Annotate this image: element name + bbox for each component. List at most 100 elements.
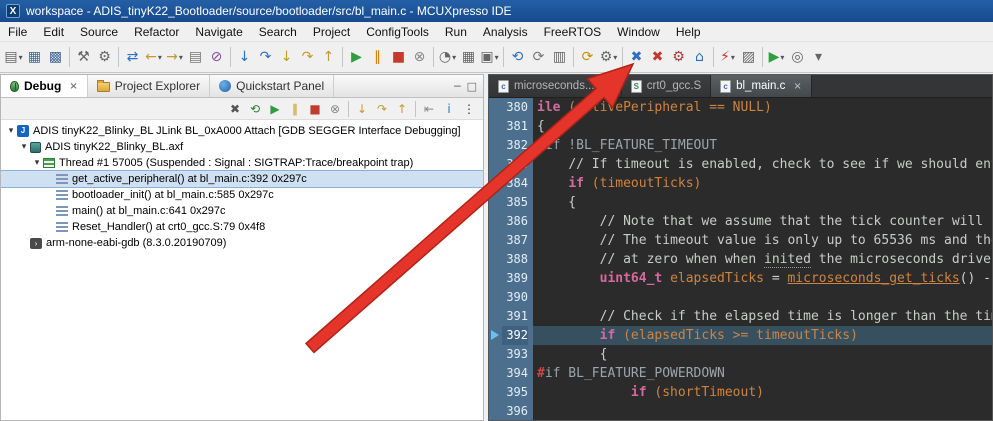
tab-quickstart[interactable]: Quickstart Panel: [210, 75, 335, 97]
line-number[interactable]: 383: [502, 155, 528, 174]
code-line[interactable]: // The timeout value is only up to 65536…: [533, 231, 992, 250]
suspend-button[interactable]: ∥: [367, 45, 388, 69]
new-button[interactable]: ▤ ▾: [3, 45, 24, 69]
more-button[interactable]: ▾: [808, 45, 829, 69]
terminate-all-button[interactable]: ⊘: [206, 45, 227, 69]
line-number[interactable]: 392: [502, 326, 528, 345]
disconnect-button[interactable]: ⊗: [325, 99, 345, 119]
reset-button[interactable]: ⟳: [577, 45, 598, 69]
registers-button[interactable]: ▥: [549, 45, 570, 69]
line-number[interactable]: 396: [502, 402, 528, 420]
code-line[interactable]: // Note that we assume that the tick cou…: [533, 212, 992, 231]
terminate-button[interactable]: ■: [305, 99, 325, 119]
stack-frame-current-row[interactable]: get_active_peripheral() at bl_main.c:392…: [1, 170, 483, 188]
home-button[interactable]: ⌂: [689, 45, 710, 69]
step-into-button[interactable]: ↓: [276, 45, 297, 69]
line-number[interactable]: 393: [502, 345, 528, 364]
code-line[interactable]: // If timeout is enabled, check to see i…: [533, 155, 992, 174]
menu-navigate[interactable]: Navigate: [187, 23, 250, 41]
refresh-button[interactable]: ⇄: [122, 45, 143, 69]
terminate-button[interactable]: ■: [388, 45, 409, 69]
menu-configtools[interactable]: ConfigTools: [358, 23, 437, 41]
editor-tab-crt0-gcc[interactable]: Scrt0_gcc.S: [621, 75, 712, 97]
cleanup-debug-button[interactable]: ⚙: [668, 45, 689, 69]
menu-analysis[interactable]: Analysis: [475, 23, 536, 41]
chevron-down-icon[interactable]: ▾: [158, 53, 162, 62]
line-number[interactable]: 394: [502, 364, 528, 383]
editor-tab-microseconds[interactable]: c microseconds...ik.c: [489, 75, 622, 97]
code-line[interactable]: #if !BL_FEATURE_TIMEOUT: [533, 136, 992, 155]
menu-project[interactable]: Project: [305, 23, 358, 41]
settings-button[interactable]: ⚙ ▾: [598, 45, 619, 69]
back-button[interactable]: ← ▾: [143, 45, 164, 69]
flash-program-button[interactable]: ⚡ ▾: [717, 45, 738, 69]
line-number[interactable]: 382: [502, 136, 528, 155]
line-number[interactable]: 385: [502, 193, 528, 212]
line-number[interactable]: 395: [502, 383, 528, 402]
step-over-instruction-button[interactable]: ↷: [255, 45, 276, 69]
minimize-view-icon[interactable]: ─: [454, 80, 461, 93]
debug-target-row[interactable]: ▾ ADIS tinyK22_Blinky_BL.axf: [1, 139, 483, 155]
line-number[interactable]: 380: [502, 98, 528, 117]
editor-tab-bl-main[interactable]: c bl_main.c ×: [711, 75, 812, 97]
editor-body[interactable]: 380 381 382 383 384 385 386 387 388 389 390 391 392 3…: [489, 98, 992, 420]
run-button[interactable]: ▶ ▾: [766, 45, 787, 69]
code-line[interactable]: // at zero when when inited the microsec…: [533, 250, 992, 269]
code-line[interactable]: [533, 288, 992, 307]
restart-button[interactable]: ⟲: [245, 99, 265, 119]
instruction-stepping-button[interactable]: i: [439, 99, 459, 119]
build-button[interactable]: ⚒: [73, 45, 94, 69]
code-line[interactable]: if (timeoutTicks): [533, 174, 992, 193]
remove-all-terminated-button[interactable]: ✖: [225, 99, 245, 119]
code-line[interactable]: uint64_t elapsedTicks = microseconds_get…: [533, 269, 992, 288]
line-number[interactable]: 387: [502, 231, 528, 250]
step-return-button[interactable]: ↑: [392, 99, 412, 119]
forward-button[interactable]: → ▾: [164, 45, 185, 69]
tab-debug[interactable]: Debug ×: [1, 75, 88, 97]
stack-frame-row[interactable]: main() at bl_main.c:641 0x297c: [1, 203, 483, 219]
disconnect-button[interactable]: ⊗: [409, 45, 430, 69]
code-line[interactable]: #if BL_FEATURE_POWERDOWN: [533, 364, 992, 383]
restart-debug-button[interactable]: ⟲: [507, 45, 528, 69]
terminate-build-button[interactable]: ✖: [626, 45, 647, 69]
save-button[interactable]: ▦: [24, 45, 45, 69]
step-over-button[interactable]: ↷: [372, 99, 392, 119]
chevron-down-icon[interactable]: ▾: [613, 53, 617, 62]
resume-button[interactable]: ▶: [346, 45, 367, 69]
line-number-gutter[interactable]: 380 381 382 383 384 385 386 387 388 389 390 391 392 3…: [502, 98, 533, 420]
line-number[interactable]: 381: [502, 117, 528, 136]
line-number[interactable]: 389: [502, 269, 528, 288]
menu-source[interactable]: Source: [72, 23, 126, 41]
code-line[interactable]: if (elapsedTicks >= timeoutTicks): [533, 326, 992, 345]
view-menu-button[interactable]: ⋮: [459, 99, 479, 119]
menu-search[interactable]: Search: [251, 23, 305, 41]
chevron-down-icon[interactable]: ▾: [179, 53, 183, 62]
code-line[interactable]: // Check if the elapsed time is longer t…: [533, 307, 992, 326]
line-number[interactable]: 384: [502, 174, 528, 193]
menu-help[interactable]: Help: [668, 23, 709, 41]
resume-button[interactable]: ▶: [265, 99, 285, 119]
profile-button[interactable]: ◔ ▾: [437, 45, 458, 69]
chevron-down-icon[interactable]: ▾: [731, 53, 735, 62]
open-type-button[interactable]: ▤: [185, 45, 206, 69]
terminate-launch-button[interactable]: ✖: [647, 45, 668, 69]
code-line[interactable]: {: [533, 345, 992, 364]
chevron-down-icon[interactable]: ▾: [19, 53, 23, 62]
chevron-down-icon[interactable]: ▾: [780, 53, 784, 62]
stack-frame-row[interactable]: Reset_Handler() at crt0_gcc.S:79 0x4f8: [1, 219, 483, 235]
menu-window[interactable]: Window: [609, 23, 668, 41]
close-icon[interactable]: ×: [793, 81, 801, 92]
code-line[interactable]: if (shortTimeout): [533, 383, 992, 402]
code-area[interactable]: ile (activePeripheral == NULL){#if !BL_F…: [533, 98, 992, 420]
menu-refactor[interactable]: Refactor: [126, 23, 187, 41]
menu-edit[interactable]: Edit: [35, 23, 72, 41]
step-into-instruction-button[interactable]: ↓: [234, 45, 255, 69]
close-icon[interactable]: ×: [69, 81, 77, 92]
line-number[interactable]: 388: [502, 250, 528, 269]
suspend-button[interactable]: ∥: [285, 99, 305, 119]
code-line[interactable]: [533, 402, 992, 420]
menu-file[interactable]: File: [0, 23, 35, 41]
flash-erase-button[interactable]: ▨: [738, 45, 759, 69]
line-number[interactable]: 386: [502, 212, 528, 231]
code-line[interactable]: {: [533, 117, 992, 136]
